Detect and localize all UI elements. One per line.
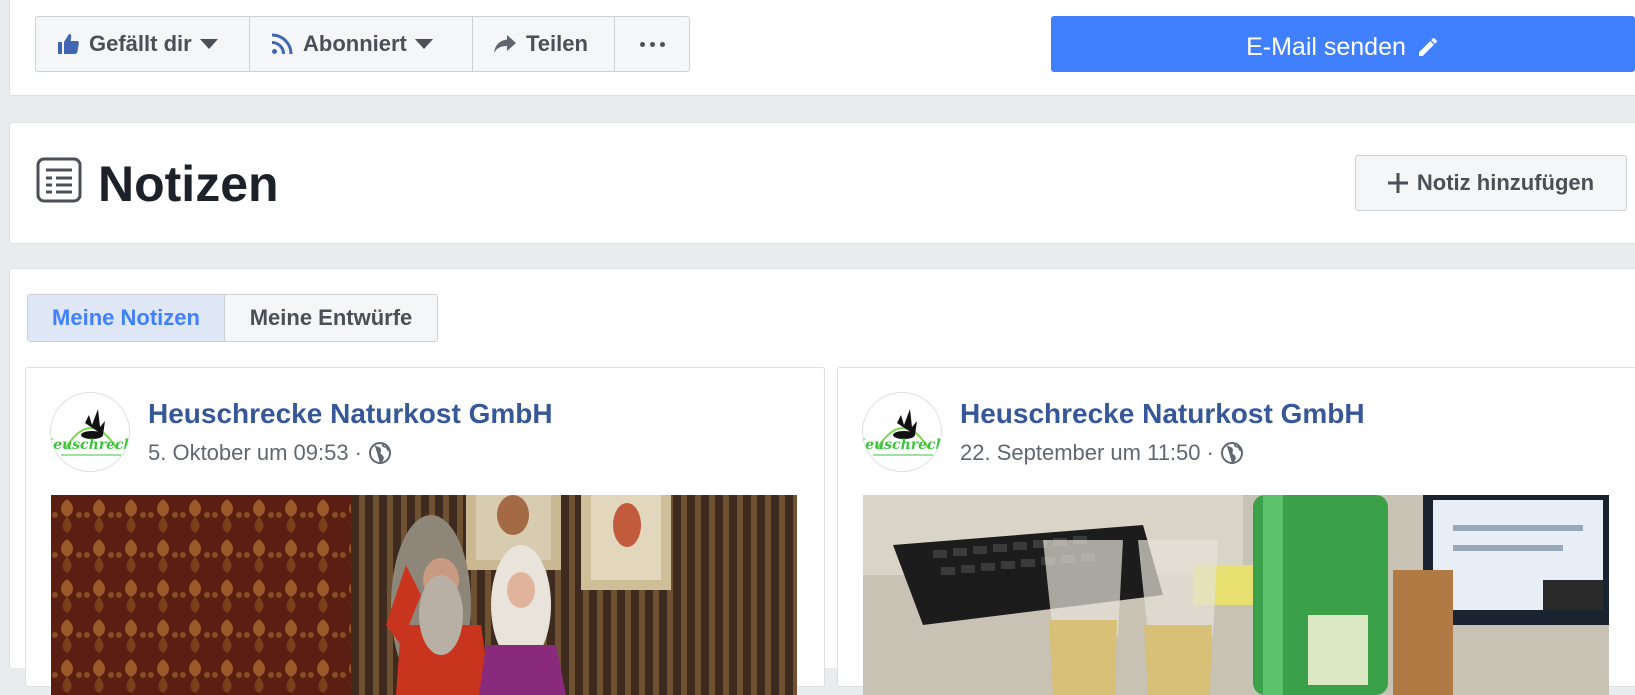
like-button[interactable]: Gefällt dir <box>36 17 250 71</box>
page-action-buttons: Gefällt dir Abonniert Teilen <box>35 16 690 72</box>
note-meta: 22. September um 11:50 · <box>960 440 1244 466</box>
chevron-down-icon <box>414 39 433 49</box>
notes-icon <box>36 157 82 208</box>
note-meta: 5. Oktober um 09:53 · <box>148 440 392 466</box>
add-note-label: Notiz hinzufügen <box>1416 170 1595 195</box>
desk-photo-image <box>863 495 1609 695</box>
logo-text: Heuschrecke <box>863 437 942 453</box>
company-logo: Heuschrecke <box>863 409 942 456</box>
people-photo-image <box>51 495 797 695</box>
follow-label: Abonniert <box>303 31 407 56</box>
note-timestamp[interactable]: 22. September um 11:50 <box>960 440 1201 466</box>
notes-tabs: Meine Notizen Meine Entwürfe <box>27 294 438 342</box>
note-author-link[interactable]: Heuschrecke Naturkost GmbH <box>960 398 1365 430</box>
more-dots-icon <box>639 41 665 47</box>
send-email-label: E-Mail senden <box>1246 32 1406 61</box>
notes-list-panel: Meine Notizen Meine Entwürfe Heuschrecke… <box>9 268 1635 695</box>
add-note-button[interactable]: Notiz hinzufügen <box>1355 155 1627 211</box>
like-label: Gefällt dir <box>89 31 192 56</box>
logo-text: Heuschrecke <box>51 437 130 453</box>
page-title: Notizen <box>98 156 279 212</box>
share-label: Teilen <box>526 31 588 56</box>
meta-separator: · <box>354 440 362 465</box>
avatar[interactable]: Heuschrecke <box>862 392 942 472</box>
page-action-panel: Gefällt dir Abonniert Teilen E-Mail send… <box>9 0 1635 96</box>
share-button[interactable]: Teilen <box>473 17 615 71</box>
globe-icon[interactable] <box>1220 441 1244 465</box>
notes-header-panel: Notizen Notiz hinzufügen <box>9 122 1635 244</box>
note-card[interactable]: Heuschrecke Heuschrecke Naturkost GmbH 5… <box>25 367 825 695</box>
thumbs-up-icon <box>56 32 80 56</box>
rss-feed-icon <box>270 32 294 56</box>
meta-separator: · <box>1206 440 1214 465</box>
send-email-button[interactable]: E-Mail senden <box>1051 16 1635 72</box>
note-cover-image[interactable] <box>51 495 797 695</box>
chevron-down-icon <box>199 39 218 49</box>
plus-icon <box>1387 173 1408 193</box>
tab-my-notes[interactable]: Meine Notizen <box>28 295 225 341</box>
tab-my-drafts[interactable]: Meine Entwürfe <box>225 295 437 341</box>
more-options-button[interactable] <box>615 17 689 71</box>
note-author-link[interactable]: Heuschrecke Naturkost GmbH <box>148 398 553 430</box>
note-cover-image[interactable] <box>863 495 1609 695</box>
globe-icon[interactable] <box>368 441 392 465</box>
company-logo: Heuschrecke <box>51 409 130 456</box>
pencil-icon <box>1416 35 1440 59</box>
share-arrow-icon <box>493 32 517 56</box>
avatar[interactable]: Heuschrecke <box>50 392 130 472</box>
follow-button[interactable]: Abonniert <box>250 17 473 71</box>
note-timestamp[interactable]: 5. Oktober um 09:53 <box>148 440 349 466</box>
note-card[interactable]: Heuschrecke Heuschrecke Naturkost GmbH 2… <box>837 367 1635 695</box>
